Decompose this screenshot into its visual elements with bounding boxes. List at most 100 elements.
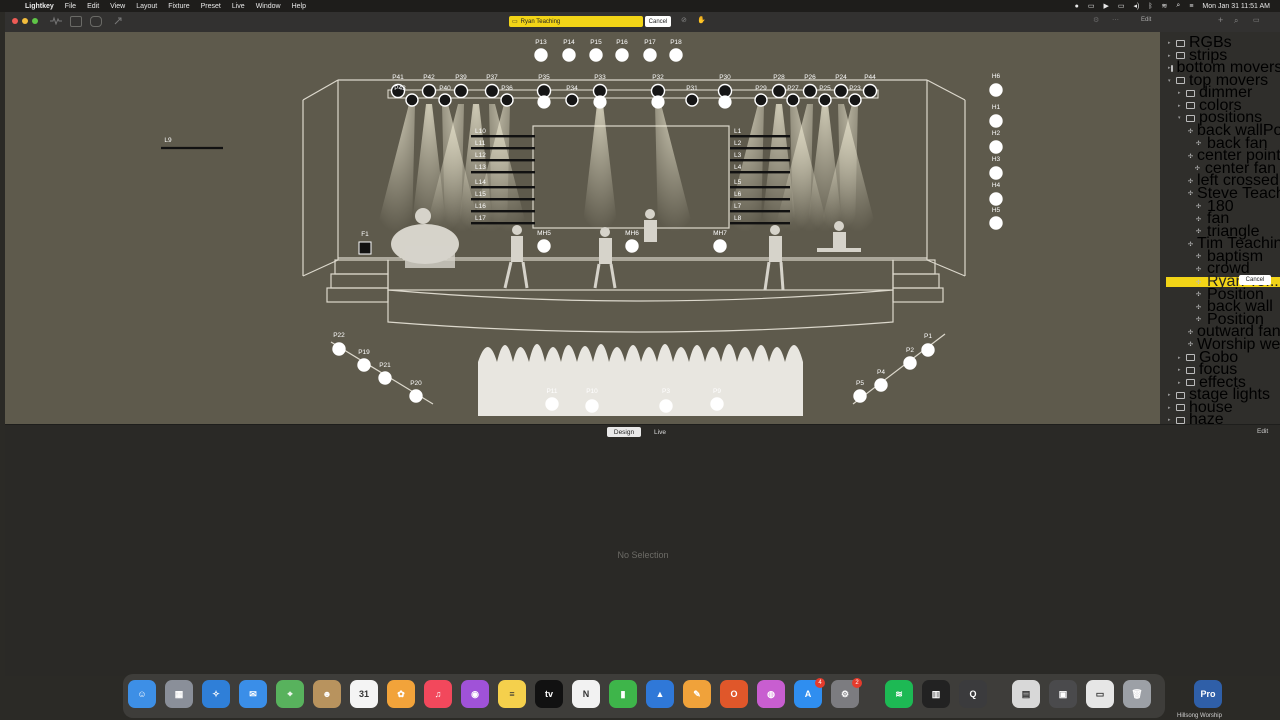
design-tab[interactable]: Design [607, 427, 641, 437]
fixture-p42[interactable] [421, 83, 437, 99]
dock-keyboard-icon[interactable]: ▭ [1086, 680, 1114, 708]
fixture-h6[interactable] [989, 83, 1003, 97]
dock-office-icon[interactable]: O [720, 680, 748, 708]
fixture-mh5[interactable] [537, 239, 551, 253]
fixture-h4[interactable] [989, 192, 1003, 206]
fixture-p9[interactable] [710, 397, 724, 411]
control-center-icon[interactable]: ≡ [1189, 3, 1193, 10]
fixture-p5[interactable] [853, 389, 867, 403]
clock[interactable]: Mon Jan 31 11:51 AM [1202, 3, 1270, 10]
fixture-mh7[interactable] [713, 239, 727, 253]
search-icon[interactable]: ⌕ [1176, 2, 1180, 10]
fixture-p21[interactable] [378, 371, 392, 385]
led-bar[interactable] [471, 159, 535, 162]
fixture-h1[interactable] [989, 114, 1003, 128]
led-bar[interactable] [471, 171, 535, 174]
fixture-p22[interactable] [332, 342, 346, 356]
fixture-p15[interactable] [589, 48, 603, 62]
led-bar[interactable] [471, 222, 535, 225]
led-bar[interactable] [730, 198, 790, 201]
close-window-button[interactable] [12, 18, 18, 24]
fixture-h5[interactable] [989, 216, 1003, 230]
led-bar[interactable] [471, 198, 535, 201]
minimize-window-button[interactable] [22, 18, 28, 24]
sidebar-toggle-icon[interactable]: ▭ [1253, 16, 1260, 24]
dock-pages-icon[interactable]: ✎ [683, 680, 711, 708]
fixture-p3[interactable] [659, 399, 673, 413]
menu-edit[interactable]: Edit [87, 3, 99, 10]
led-bar[interactable] [471, 135, 535, 138]
display-icon[interactable]: ▭ [1088, 2, 1095, 10]
fixture-mh6[interactable] [625, 239, 639, 253]
fixture-p25[interactable] [818, 93, 832, 107]
fixture-p18[interactable] [669, 48, 683, 62]
volume-icon[interactable]: ◂) [1133, 2, 1139, 10]
dock-keynote-icon[interactable]: ▲ [646, 680, 674, 708]
fixture-p2[interactable] [903, 356, 917, 370]
battery-icon[interactable]: ▭ [1118, 2, 1125, 10]
fixture-p43[interactable] [405, 93, 419, 107]
fixture-p23[interactable] [848, 93, 862, 107]
mover-fixture[interactable] [718, 95, 732, 109]
menu-app-name[interactable]: Lightkey [25, 3, 54, 10]
pointer-icon[interactable] [114, 16, 123, 25]
dock-notes-icon[interactable]: ≡ [498, 680, 526, 708]
fixture-p28[interactable] [771, 83, 787, 99]
chevron-down-icon[interactable]: ▾ [1178, 115, 1186, 121]
dock-quicktime-icon[interactable]: Q [959, 680, 987, 708]
search-cues-icon[interactable]: ⌕ [1234, 16, 1238, 26]
wifi-icon[interactable]: ≋ [1162, 2, 1168, 10]
chevron-right-icon[interactable]: ▸ [1178, 355, 1186, 361]
view-icon[interactable] [90, 16, 102, 27]
mover-fixture[interactable] [651, 95, 665, 109]
fixture-p37[interactable] [484, 83, 500, 99]
led-bar[interactable] [730, 147, 790, 150]
led-bar[interactable] [471, 210, 535, 213]
fixture-p13[interactable] [534, 48, 548, 62]
dock-numbers-icon[interactable]: ▮ [609, 680, 637, 708]
fixture-p34[interactable] [565, 93, 579, 107]
options-icon[interactable]: ⋯ [1112, 16, 1119, 24]
fixture-p24[interactable] [833, 83, 849, 99]
dock-finder-icon[interactable]: ☺ [128, 680, 156, 708]
waveform-icon[interactable] [50, 16, 62, 25]
play-icon[interactable]: ▶ [1103, 2, 1108, 10]
fixture-p20[interactable] [409, 389, 423, 403]
sidebar-cancel-button[interactable]: Cancel [1239, 275, 1271, 285]
dock-propresenter-icon[interactable]: Pro [1194, 680, 1222, 708]
inspector-edit-button[interactable]: Edit [1257, 428, 1268, 435]
chevron-right-icon[interactable]: ▸ [1168, 40, 1176, 46]
menu-preset[interactable]: Preset [201, 3, 221, 10]
led-bar[interactable] [471, 147, 535, 150]
led-bar[interactable] [730, 171, 790, 174]
led-bar[interactable] [730, 135, 790, 138]
live-tab[interactable]: Live [645, 427, 675, 437]
active-cue-field[interactable]: ▭ Ryan Teaching [509, 16, 643, 27]
fixture-p36[interactable] [500, 93, 514, 107]
led-bar[interactable] [730, 222, 790, 225]
fixture-p19[interactable] [357, 358, 371, 372]
chevron-right-icon[interactable]: ▸ [1168, 53, 1176, 59]
fixture-p4[interactable] [874, 378, 888, 392]
dock-screenshot-icon[interactable]: ▣ [1049, 680, 1077, 708]
led-bar[interactable] [471, 186, 535, 189]
chevron-down-icon[interactable]: ▾ [1168, 78, 1176, 84]
record-icon[interactable]: ● [1075, 3, 1079, 10]
dock-contacts-icon[interactable]: ☻ [313, 680, 341, 708]
menu-live[interactable]: Live [232, 3, 245, 10]
dock-calendar-icon[interactable]: 31 [350, 680, 378, 708]
fixture-h2[interactable] [989, 140, 1003, 154]
dock-podcasts-icon[interactable]: ◉ [461, 680, 489, 708]
dock-mail-icon[interactable]: ✉ [239, 680, 267, 708]
dock-documents-icon[interactable]: ▤ [1012, 680, 1040, 708]
chevron-right-icon[interactable]: ▸ [1178, 380, 1186, 386]
menu-help[interactable]: Help [292, 3, 306, 10]
chevron-right-icon[interactable]: ▸ [1168, 405, 1176, 411]
dock-tv-icon[interactable]: tv [535, 680, 563, 708]
fixture-f1[interactable] [358, 241, 372, 255]
dock-piano-icon[interactable]: ▥ [922, 680, 950, 708]
chevron-right-icon[interactable]: ▸ [1178, 103, 1186, 109]
fixture-h3[interactable] [989, 166, 1003, 180]
dock-news-icon[interactable]: N [572, 680, 600, 708]
dock-maps-icon[interactable]: ⌖ [276, 680, 304, 708]
